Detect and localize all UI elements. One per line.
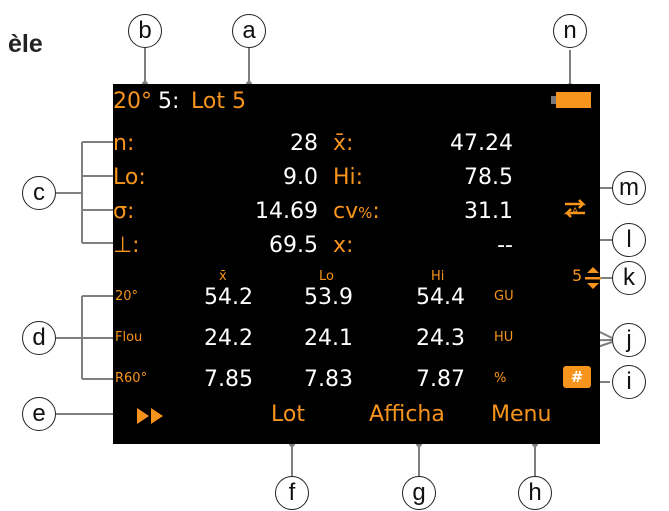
- row-label-r60: R60°: [115, 371, 148, 386]
- stat-mean-value: 47.24: [450, 131, 513, 156]
- callout-e: e: [22, 397, 56, 431]
- callout-c: c: [22, 176, 56, 210]
- callout-n: n: [553, 14, 587, 48]
- battery-icon: [551, 92, 591, 108]
- softkey-affich[interactable]: Afficha: [369, 404, 445, 426]
- stat-x-label: x:: [333, 233, 354, 258]
- row-20-lo: 53.9: [304, 285, 353, 310]
- callout-f: f: [275, 476, 309, 510]
- row-r60-unit: %: [494, 371, 507, 386]
- stat-sigma-label: σ:: [113, 199, 135, 224]
- fast-forward-icon[interactable]: [135, 407, 167, 425]
- softkey-lot[interactable]: Lot: [271, 404, 305, 426]
- stat-range-value: 69.5: [269, 233, 318, 258]
- row-r60-hi: 7.87: [416, 367, 465, 392]
- callout-k: k: [612, 261, 646, 295]
- callout-d: d: [22, 321, 56, 355]
- stat-sigma-value: 14.69: [255, 199, 318, 224]
- auto-cycle-icon[interactable]: A: [561, 196, 589, 220]
- stat-lo-value: 9.0: [283, 165, 318, 190]
- stat-lo-label: Lo:: [113, 165, 146, 190]
- stat-x-value: --: [497, 233, 513, 258]
- col-header-hi: Hi: [431, 269, 445, 284]
- row-flou-mean: 24.2: [204, 326, 253, 351]
- device-screen: 20° 5: Lot 5 n: 28 x̄: 47.24 Lo: 9.0 Hi:…: [113, 84, 603, 444]
- stat-cv-value: 31.1: [464, 199, 513, 224]
- stat-hi-value: 78.5: [464, 165, 513, 190]
- row-flou-unit: HU: [494, 330, 514, 345]
- stat-n-value: 28: [290, 131, 318, 156]
- row-20-unit: GU: [494, 289, 514, 304]
- row-label-20: 20°: [115, 289, 139, 304]
- stat-n-label: n:: [113, 131, 135, 156]
- header-number: 5:: [158, 89, 180, 114]
- row-r60-lo: 7.83: [304, 367, 353, 392]
- softkey-menu[interactable]: Menu: [491, 404, 551, 426]
- stat-range-label: ⊥:: [113, 233, 140, 258]
- hash-key-icon[interactable]: #: [563, 366, 591, 388]
- callout-l: l: [612, 223, 646, 257]
- callout-b: b: [128, 14, 162, 48]
- step-value: 5: [572, 266, 583, 285]
- row-flou-hi: 24.3: [416, 326, 465, 351]
- row-flou-lo: 24.1: [304, 326, 353, 351]
- stat-mean-label: x̄:: [333, 131, 354, 156]
- callout-g: g: [402, 476, 436, 510]
- row-r60-mean: 7.85: [204, 367, 253, 392]
- callout-j: j: [612, 323, 646, 357]
- row-20-hi: 54.4: [416, 285, 465, 310]
- header-angle: 20°: [113, 89, 152, 114]
- stat-cv-label: cv%:: [333, 199, 380, 224]
- header-lot: Lot 5: [191, 89, 246, 114]
- row-20-mean: 54.2: [204, 285, 253, 310]
- row-label-flou: Flou: [115, 330, 143, 345]
- callout-m: m: [612, 171, 646, 205]
- col-header-mean: x̄: [219, 269, 227, 284]
- callout-a: a: [232, 14, 266, 48]
- col-header-lo: Lo: [319, 269, 334, 284]
- callout-h: h: [518, 476, 552, 510]
- svg-text:A: A: [572, 207, 579, 217]
- step-arrows-icon[interactable]: [583, 266, 603, 290]
- callout-i: i: [612, 365, 646, 399]
- stat-hi-label: Hi:: [333, 165, 364, 190]
